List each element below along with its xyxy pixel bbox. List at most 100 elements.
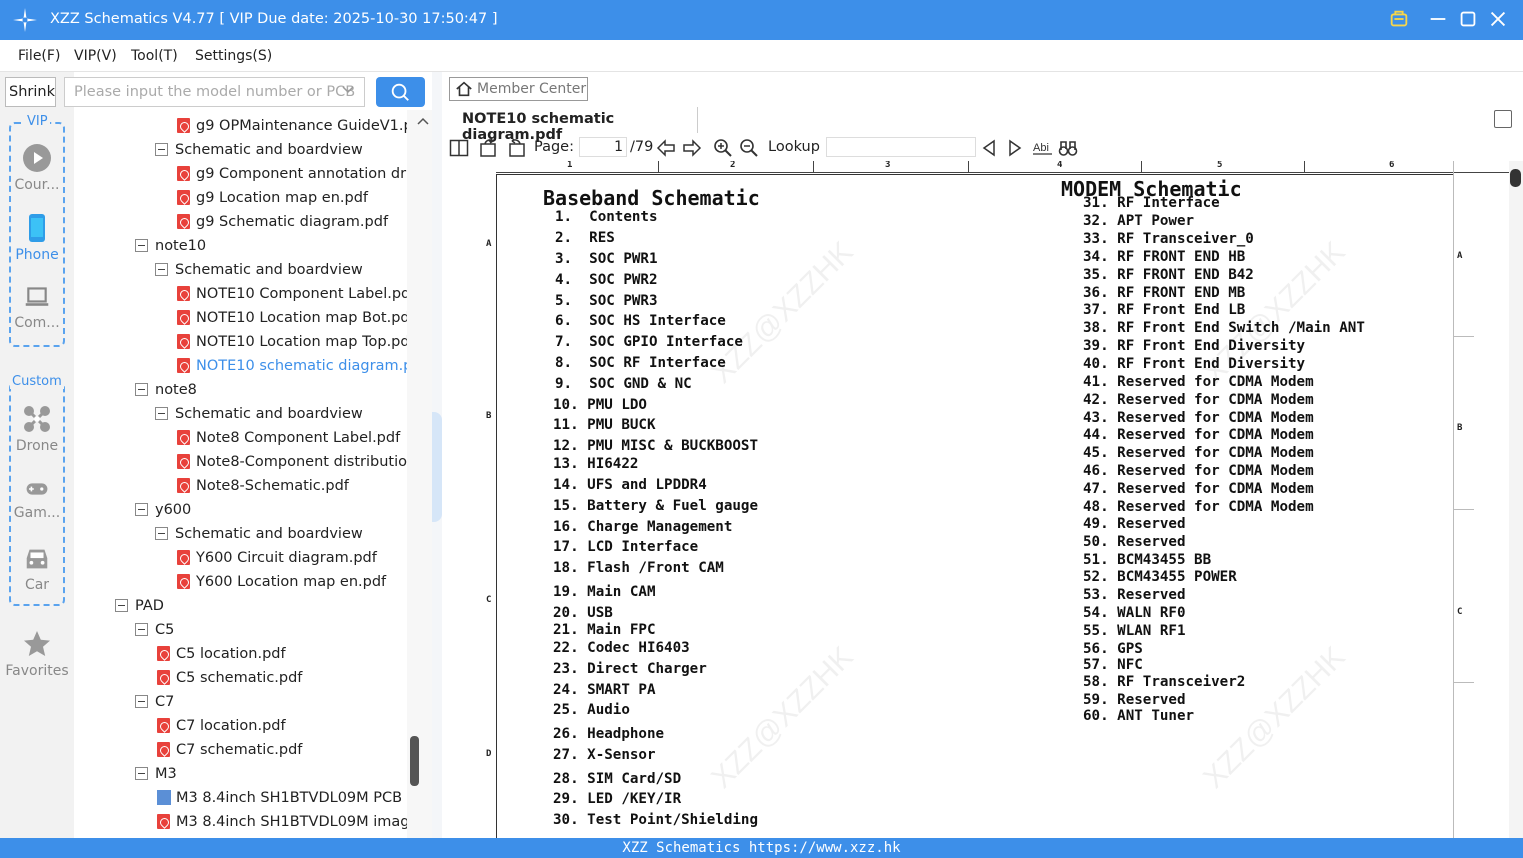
tree-item[interactable]: NOTE10 Location map Bot.pdf (177, 306, 407, 330)
tree-item[interactable]: g9 Location map en.pdf (177, 186, 368, 210)
panel-splitter[interactable] (432, 72, 442, 838)
rail-item-game[interactable]: Gam... (5, 477, 69, 521)
member-center-button[interactable]: Member Center (449, 77, 588, 101)
search-icon (391, 83, 409, 101)
search-input[interactable]: Please input the model number or PCB (64, 77, 365, 107)
menu-tool[interactable]: Tool(T) (131, 48, 178, 64)
tree-folder[interactable]: PAD (115, 594, 164, 618)
rail-item-drone[interactable]: Drone (5, 404, 69, 454)
tree-item[interactable]: NOTE10 Location map Top.pdf (177, 330, 407, 354)
close-icon[interactable] (1486, 8, 1510, 32)
toc-entry: 7. SOC GPIO Interface (555, 334, 743, 350)
find-previous-icon[interactable] (979, 138, 999, 158)
collapse-icon[interactable] (155, 143, 168, 156)
skin-icon[interactable] (1387, 8, 1411, 32)
page-scrollbar[interactable] (1509, 161, 1523, 838)
rail-item-phone[interactable]: Phone (5, 213, 69, 263)
tree-item[interactable]: M3 8.4inch SH1BTVDL09M PCB lay (157, 786, 407, 810)
toc-entry: 15. Battery & Fuel gauge (553, 498, 758, 514)
zoom-in-icon[interactable] (713, 138, 733, 158)
zoom-out-icon[interactable] (739, 138, 759, 158)
tree-folder[interactable]: Schematic and boardview (155, 522, 363, 546)
page-scroll-thumb[interactable] (1510, 169, 1521, 187)
rail-item-computer[interactable]: Com... (5, 285, 69, 331)
collapse-icon[interactable] (135, 767, 148, 780)
minimize-icon[interactable] (1426, 8, 1450, 32)
tree-item[interactable]: Y600 Circuit diagram.pdf (177, 546, 377, 570)
collapse-icon[interactable] (135, 383, 148, 396)
pdf-icon (177, 550, 190, 565)
search-button[interactable] (376, 77, 425, 107)
rail-item-favorites[interactable]: Favorites (5, 629, 69, 679)
chevron-down-icon[interactable] (341, 83, 355, 97)
toc-entry: 38. RF Front End Switch /Main ANT (1083, 320, 1365, 336)
car-icon (26, 549, 48, 569)
tree-item[interactable]: g9 Component annotation drav (177, 162, 407, 186)
tree-item-selected[interactable]: NOTE10 schematic diagram.pdf (177, 354, 407, 378)
collapse-icon[interactable] (155, 263, 168, 276)
close-tab-icon[interactable] (1494, 110, 1512, 128)
pdf-icon (157, 670, 170, 685)
tree-item[interactable]: Note8-Schematic.pdf (177, 474, 349, 498)
tree-scroll-thumb[interactable] (410, 736, 419, 786)
pdf-page: 1 2 3 4 5 6 A B C D A B C XZZ@XZZHK XZZ@… (442, 161, 1509, 838)
lookup-input[interactable] (826, 137, 976, 157)
tree-scrollbar[interactable] (407, 110, 432, 838)
menu-vip[interactable]: VIP(V) (74, 48, 117, 64)
toc-entry: 17. LCD Interface (553, 539, 699, 555)
tree-folder[interactable]: note8 (135, 378, 197, 402)
pdf-icon (157, 718, 170, 733)
collapse-panel-tab[interactable] (432, 412, 442, 522)
collapse-icon[interactable] (135, 503, 148, 516)
gamepad-icon (26, 483, 48, 495)
tree-folder[interactable]: note10 (135, 234, 206, 258)
find-next-icon[interactable] (1005, 138, 1025, 158)
match-case-icon[interactable]: Abi (1032, 138, 1054, 158)
menu-file[interactable]: File(F) (18, 48, 60, 64)
scroll-up-icon[interactable] (416, 116, 430, 126)
tree-item[interactable]: NOTE10 Component Label.pdf (177, 282, 407, 306)
tree-item[interactable]: Note8 Component Label.pdf (177, 426, 400, 450)
collapse-icon[interactable] (135, 623, 148, 636)
tree-item[interactable]: g9 Schematic diagram.pdf (177, 210, 388, 234)
tree-folder[interactable]: Schematic and boardview (155, 258, 363, 282)
tree-item[interactable]: C7 schematic.pdf (157, 738, 302, 762)
next-page-icon[interactable] (682, 138, 702, 158)
shrink-button[interactable]: Shrink (5, 77, 56, 107)
maximize-icon[interactable] (1456, 8, 1480, 32)
tree-item[interactable]: Note8-Component distribution (177, 450, 407, 474)
document-tab[interactable]: NOTE10 schematic diagram.pdf (452, 107, 698, 143)
tree-item[interactable]: C5 schematic.pdf (157, 666, 302, 690)
tree-folder[interactable]: Schematic and boardview (155, 402, 363, 426)
pdf-icon (177, 430, 190, 445)
collapse-icon[interactable] (135, 239, 148, 252)
collapse-icon[interactable] (155, 407, 168, 420)
tree-item[interactable]: C5 location.pdf (157, 642, 286, 666)
pdf-icon (177, 454, 190, 469)
collapse-icon[interactable] (135, 695, 148, 708)
sidebar-toggle-icon[interactable] (449, 138, 469, 158)
tree-item[interactable]: C7 location.pdf (157, 714, 286, 738)
ruler-divider (1141, 161, 1142, 173)
menu-settings[interactable]: Settings(S) (195, 48, 272, 64)
tree-folder[interactable]: y600 (135, 498, 191, 522)
frame-tick (1454, 509, 1474, 510)
tree-folder[interactable]: C7 (135, 690, 174, 714)
tree-item[interactable]: M3 8.4inch SH1BTVDL09M image.p (157, 810, 407, 834)
rotate-right-icon[interactable] (506, 138, 526, 158)
tree-item[interactable]: Y600 Location map en.pdf (177, 570, 386, 594)
rail-item-car[interactable]: Car (5, 545, 69, 593)
collapse-icon[interactable] (115, 599, 128, 612)
lookup-label: Lookup (768, 139, 820, 155)
tree-item[interactable]: g9 OPMaintenance GuideV1.pd (177, 114, 407, 138)
rail-item-course[interactable]: Cour... (5, 143, 69, 193)
tree-folder[interactable]: M3 (135, 762, 177, 786)
binoculars-icon[interactable] (1058, 138, 1078, 158)
collapse-icon[interactable] (155, 527, 168, 540)
rotate-left-icon[interactable] (479, 138, 499, 158)
page-number-input[interactable]: 1 (579, 137, 627, 157)
tree-folder[interactable]: Schematic and boardview (155, 138, 363, 162)
tree-folder[interactable]: C5 (135, 618, 174, 642)
toc-entry: 24. SMART PA (553, 682, 656, 698)
previous-page-icon[interactable] (656, 138, 676, 158)
